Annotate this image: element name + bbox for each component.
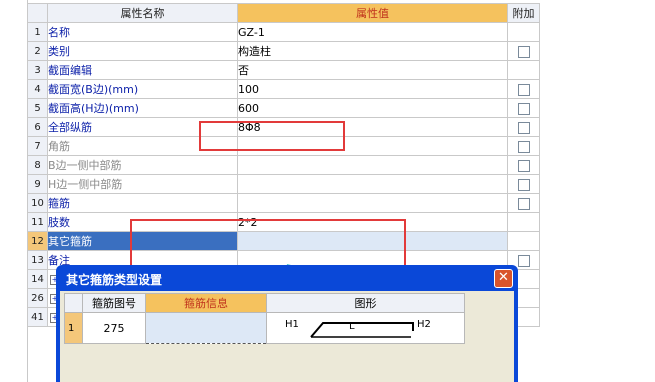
property-value[interactable] xyxy=(237,193,508,213)
grid-row[interactable]: 5 截面高(H边)(mm) 600 xyxy=(27,98,540,118)
stirrup-table: 箍筋图号 箍筋信息 图形 1 275 H1 L H2 xyxy=(64,293,465,344)
row-number: 7 xyxy=(27,136,48,156)
dialog-body: 箍筋图号 箍筋信息 图形 1 275 H1 L H2 xyxy=(60,291,514,382)
header-rownum xyxy=(27,3,48,23)
shape-h2-label: H2 xyxy=(417,319,431,330)
property-name: 截面宽(B边)(mm) xyxy=(47,79,238,99)
extra-checkbox[interactable] xyxy=(517,83,530,96)
extra-cell xyxy=(507,136,540,156)
row-number: 3 xyxy=(27,60,48,80)
extra-cell xyxy=(507,79,540,99)
stirrup-header-shape: 图形 xyxy=(266,293,465,313)
stirrup-header-row: 箍筋图号 箍筋信息 图形 xyxy=(64,293,465,313)
row-number: 5 xyxy=(27,98,48,118)
grid-row[interactable]: 8 B边一侧中部筋 xyxy=(27,155,540,175)
stirrup-header-img: 箍筋图号 xyxy=(82,293,146,313)
row-number: 12 xyxy=(27,231,48,251)
grid-row[interactable]: 4 截面宽(B边)(mm) 100 xyxy=(27,79,540,99)
property-name: 截面编辑 xyxy=(47,60,238,80)
shape-l-label: L xyxy=(349,321,355,332)
row-number: 11 xyxy=(27,212,48,232)
property-value[interactable]: GZ-1 xyxy=(237,22,508,42)
left-panel-strip xyxy=(0,0,28,382)
extra-checkbox[interactable] xyxy=(517,159,530,172)
highlight-box-stirrup xyxy=(130,219,406,267)
stirrup-type-dialog: 其它箍筋类型设置 ✕ 箍筋图号 箍筋信息 图形 1 275 H1 L H2 xyxy=(56,265,518,382)
extra-cell xyxy=(507,174,540,194)
property-name: B边一侧中部筋 xyxy=(47,155,238,175)
grid-header-row: 属性名称 属性值 附加 xyxy=(27,3,540,23)
stirrup-image-number[interactable]: 275 xyxy=(82,312,146,344)
row-number: 13 xyxy=(27,250,48,270)
stirrup-row-num: 1 xyxy=(64,312,83,344)
header-property-value: 属性值 xyxy=(237,3,508,23)
row-number: 10 xyxy=(27,193,48,213)
row-number: 2 xyxy=(27,41,48,61)
extra-cell xyxy=(507,41,540,61)
shape-h1-label: H1 xyxy=(285,319,299,330)
extra-checkbox[interactable] xyxy=(517,254,530,267)
grid-row[interactable]: 10 箍筋 xyxy=(27,193,540,213)
row-number: 1 xyxy=(27,22,48,42)
extra-cell xyxy=(507,22,540,42)
extra-checkbox[interactable] xyxy=(517,197,530,210)
extra-cell xyxy=(507,98,540,118)
close-icon[interactable]: ✕ xyxy=(494,269,513,288)
extra-checkbox[interactable] xyxy=(517,102,530,115)
stirrup-info-cell[interactable] xyxy=(145,312,267,344)
property-name: H边一侧中部筋 xyxy=(47,174,238,194)
property-value[interactable]: 否 xyxy=(237,60,508,80)
grid-row[interactable]: 2 类别 构造柱 xyxy=(27,41,540,61)
stirrup-shape-icon xyxy=(310,322,414,338)
property-value[interactable]: 100 xyxy=(237,79,508,99)
extra-cell xyxy=(507,155,540,175)
extra-checkbox[interactable] xyxy=(517,140,530,153)
highlight-box-rebar xyxy=(199,121,345,151)
property-value[interactable] xyxy=(237,155,508,175)
stirrup-row[interactable]: 1 275 H1 L H2 xyxy=(64,312,465,344)
extra-cell xyxy=(507,193,540,213)
row-number: 14 xyxy=(27,269,48,289)
extra-cell xyxy=(507,117,540,137)
row-number: 41 xyxy=(27,307,48,327)
grid-row[interactable]: 1 名称 GZ-1 xyxy=(27,22,540,42)
extra-checkbox[interactable] xyxy=(517,45,530,58)
row-number: 4 xyxy=(27,79,48,99)
property-value[interactable] xyxy=(237,174,508,194)
dialog-title: 其它箍筋类型设置 xyxy=(66,273,163,287)
property-name: 箍筋 xyxy=(47,193,238,213)
grid-row[interactable]: 3 截面编辑否 xyxy=(27,60,540,80)
grid-row[interactable]: 9 H边一侧中部筋 xyxy=(27,174,540,194)
row-number: 9 xyxy=(27,174,48,194)
row-number: 26 xyxy=(27,288,48,308)
stirrup-header-num xyxy=(64,293,83,313)
property-name: 名称 xyxy=(47,22,238,42)
row-number: 6 xyxy=(27,117,48,137)
stirrup-header-info: 箍筋信息 xyxy=(145,293,267,313)
property-name: 截面高(H边)(mm) xyxy=(47,98,238,118)
extra-cell xyxy=(507,231,540,251)
property-value[interactable]: 600 xyxy=(237,98,508,118)
extra-cell xyxy=(507,60,540,80)
header-property-name: 属性名称 xyxy=(47,3,238,23)
extra-checkbox[interactable] xyxy=(517,121,530,134)
header-extra: 附加 xyxy=(507,3,540,23)
extra-cell xyxy=(507,212,540,232)
row-number: 8 xyxy=(27,155,48,175)
extra-checkbox[interactable] xyxy=(517,178,530,191)
property-name: 类别 xyxy=(47,41,238,61)
stirrup-shape-cell: H1 L H2 xyxy=(266,312,465,344)
property-value[interactable]: 构造柱 xyxy=(237,41,508,61)
